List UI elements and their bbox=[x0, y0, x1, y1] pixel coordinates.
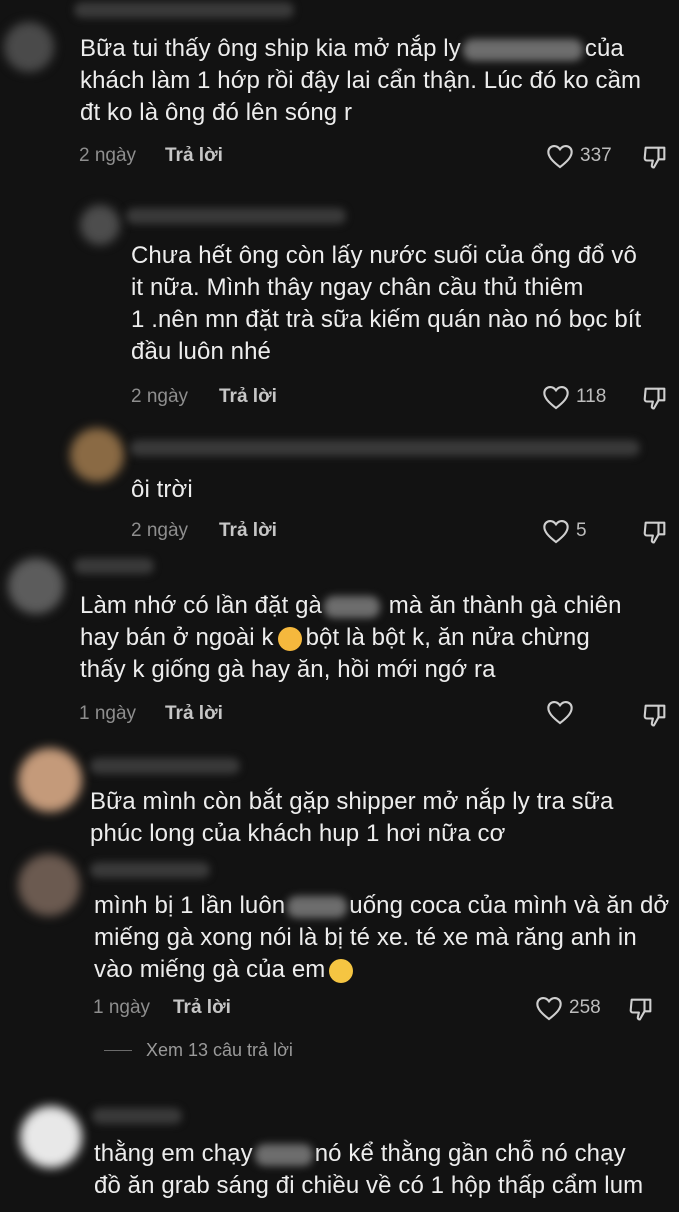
avatar[interactable] bbox=[8, 558, 64, 614]
avatar[interactable] bbox=[80, 205, 120, 245]
comment-time: 2 ngày bbox=[131, 520, 189, 541]
username[interactable] bbox=[90, 862, 210, 878]
comment-time: 1 ngày bbox=[93, 997, 151, 1018]
username[interactable] bbox=[92, 1108, 182, 1124]
divider-line bbox=[104, 1050, 132, 1051]
username[interactable] bbox=[90, 758, 240, 774]
avatar[interactable] bbox=[4, 22, 54, 72]
like-button[interactable]: 5 bbox=[542, 516, 587, 546]
comment-text: Chưa hết ông còn lấy nước suối của ổng đ… bbox=[131, 242, 642, 365]
comment-text: ôi trời bbox=[131, 476, 193, 503]
username[interactable] bbox=[126, 208, 346, 224]
redacted-text bbox=[287, 895, 348, 918]
thumbs-down-icon[interactable] bbox=[641, 143, 669, 171]
like-button[interactable]: 337 bbox=[546, 141, 612, 171]
redacted-text bbox=[462, 38, 583, 61]
username[interactable] bbox=[74, 2, 294, 18]
like-count: 118 bbox=[576, 386, 607, 407]
like-count: 337 bbox=[580, 145, 612, 166]
thumbs-down-icon[interactable] bbox=[641, 518, 669, 546]
reply-button[interactable]: Trả lời bbox=[173, 993, 231, 1023]
pleading-face-emoji bbox=[329, 958, 354, 983]
thumbs-down-icon[interactable] bbox=[627, 995, 655, 1023]
avatar[interactable] bbox=[18, 854, 80, 916]
avatar[interactable] bbox=[20, 1106, 82, 1168]
redacted-text bbox=[324, 595, 380, 618]
comment-meta: 2 ngày Trả lời 337 bbox=[79, 141, 669, 171]
reply-button[interactable]: Trả lời bbox=[165, 141, 223, 171]
like-button[interactable]: 118 bbox=[542, 382, 606, 412]
comment-time: 1 ngày bbox=[79, 703, 137, 724]
redacted-text bbox=[254, 1143, 313, 1166]
comment-text: thằng em chạy nó kể thằng gần chỗ nó chạy… bbox=[94, 1140, 644, 1199]
heart-icon bbox=[546, 699, 574, 725]
comment-time: 2 ngày bbox=[131, 386, 189, 407]
comment-meta: 2 ngày Trả lời 118 bbox=[131, 382, 671, 412]
reply-button[interactable]: Trả lời bbox=[165, 699, 223, 729]
like-button[interactable] bbox=[546, 699, 574, 725]
upside-down-face-emoji bbox=[277, 626, 302, 651]
heart-icon bbox=[542, 518, 570, 544]
avatar[interactable] bbox=[18, 748, 82, 812]
username[interactable] bbox=[74, 558, 154, 574]
comment-text: Bữa mình còn bắt gặp shipper mở nắp ly t… bbox=[90, 788, 614, 847]
heart-icon bbox=[546, 143, 574, 169]
comment-text: Làm nhớ có lần đặt gà mà ăn thành gà chi… bbox=[80, 592, 622, 683]
like-count: 5 bbox=[576, 520, 587, 541]
comment-meta: 1 ngày Trả lời 258 bbox=[93, 993, 673, 1023]
view-replies-label: Xem 13 câu trả lời bbox=[146, 1040, 293, 1060]
reply-button[interactable]: Trả lời bbox=[219, 516, 277, 546]
thumbs-down-icon[interactable] bbox=[641, 701, 669, 729]
username[interactable] bbox=[130, 440, 640, 456]
avatar[interactable] bbox=[70, 428, 124, 482]
reply-button[interactable]: Trả lời bbox=[219, 382, 277, 412]
view-replies-button[interactable]: Xem 13 câu trả lời bbox=[104, 1040, 293, 1061]
like-count: 258 bbox=[569, 997, 601, 1018]
comment-meta: 2 ngày Trả lời 5 bbox=[131, 516, 671, 546]
comment-time: 2 ngày bbox=[79, 145, 137, 166]
thumbs-down-icon[interactable] bbox=[641, 384, 669, 412]
like-button[interactable]: 258 bbox=[535, 993, 601, 1023]
comment-text: Bữa tui thấy ông ship kia mở nắp ly của k… bbox=[80, 35, 642, 126]
comment-meta: 1 ngày Trả lời bbox=[79, 699, 669, 729]
heart-icon bbox=[535, 995, 563, 1021]
comment-text: mình bị 1 lần luôn uống coca của mình và … bbox=[94, 892, 670, 983]
heart-icon bbox=[542, 384, 570, 410]
